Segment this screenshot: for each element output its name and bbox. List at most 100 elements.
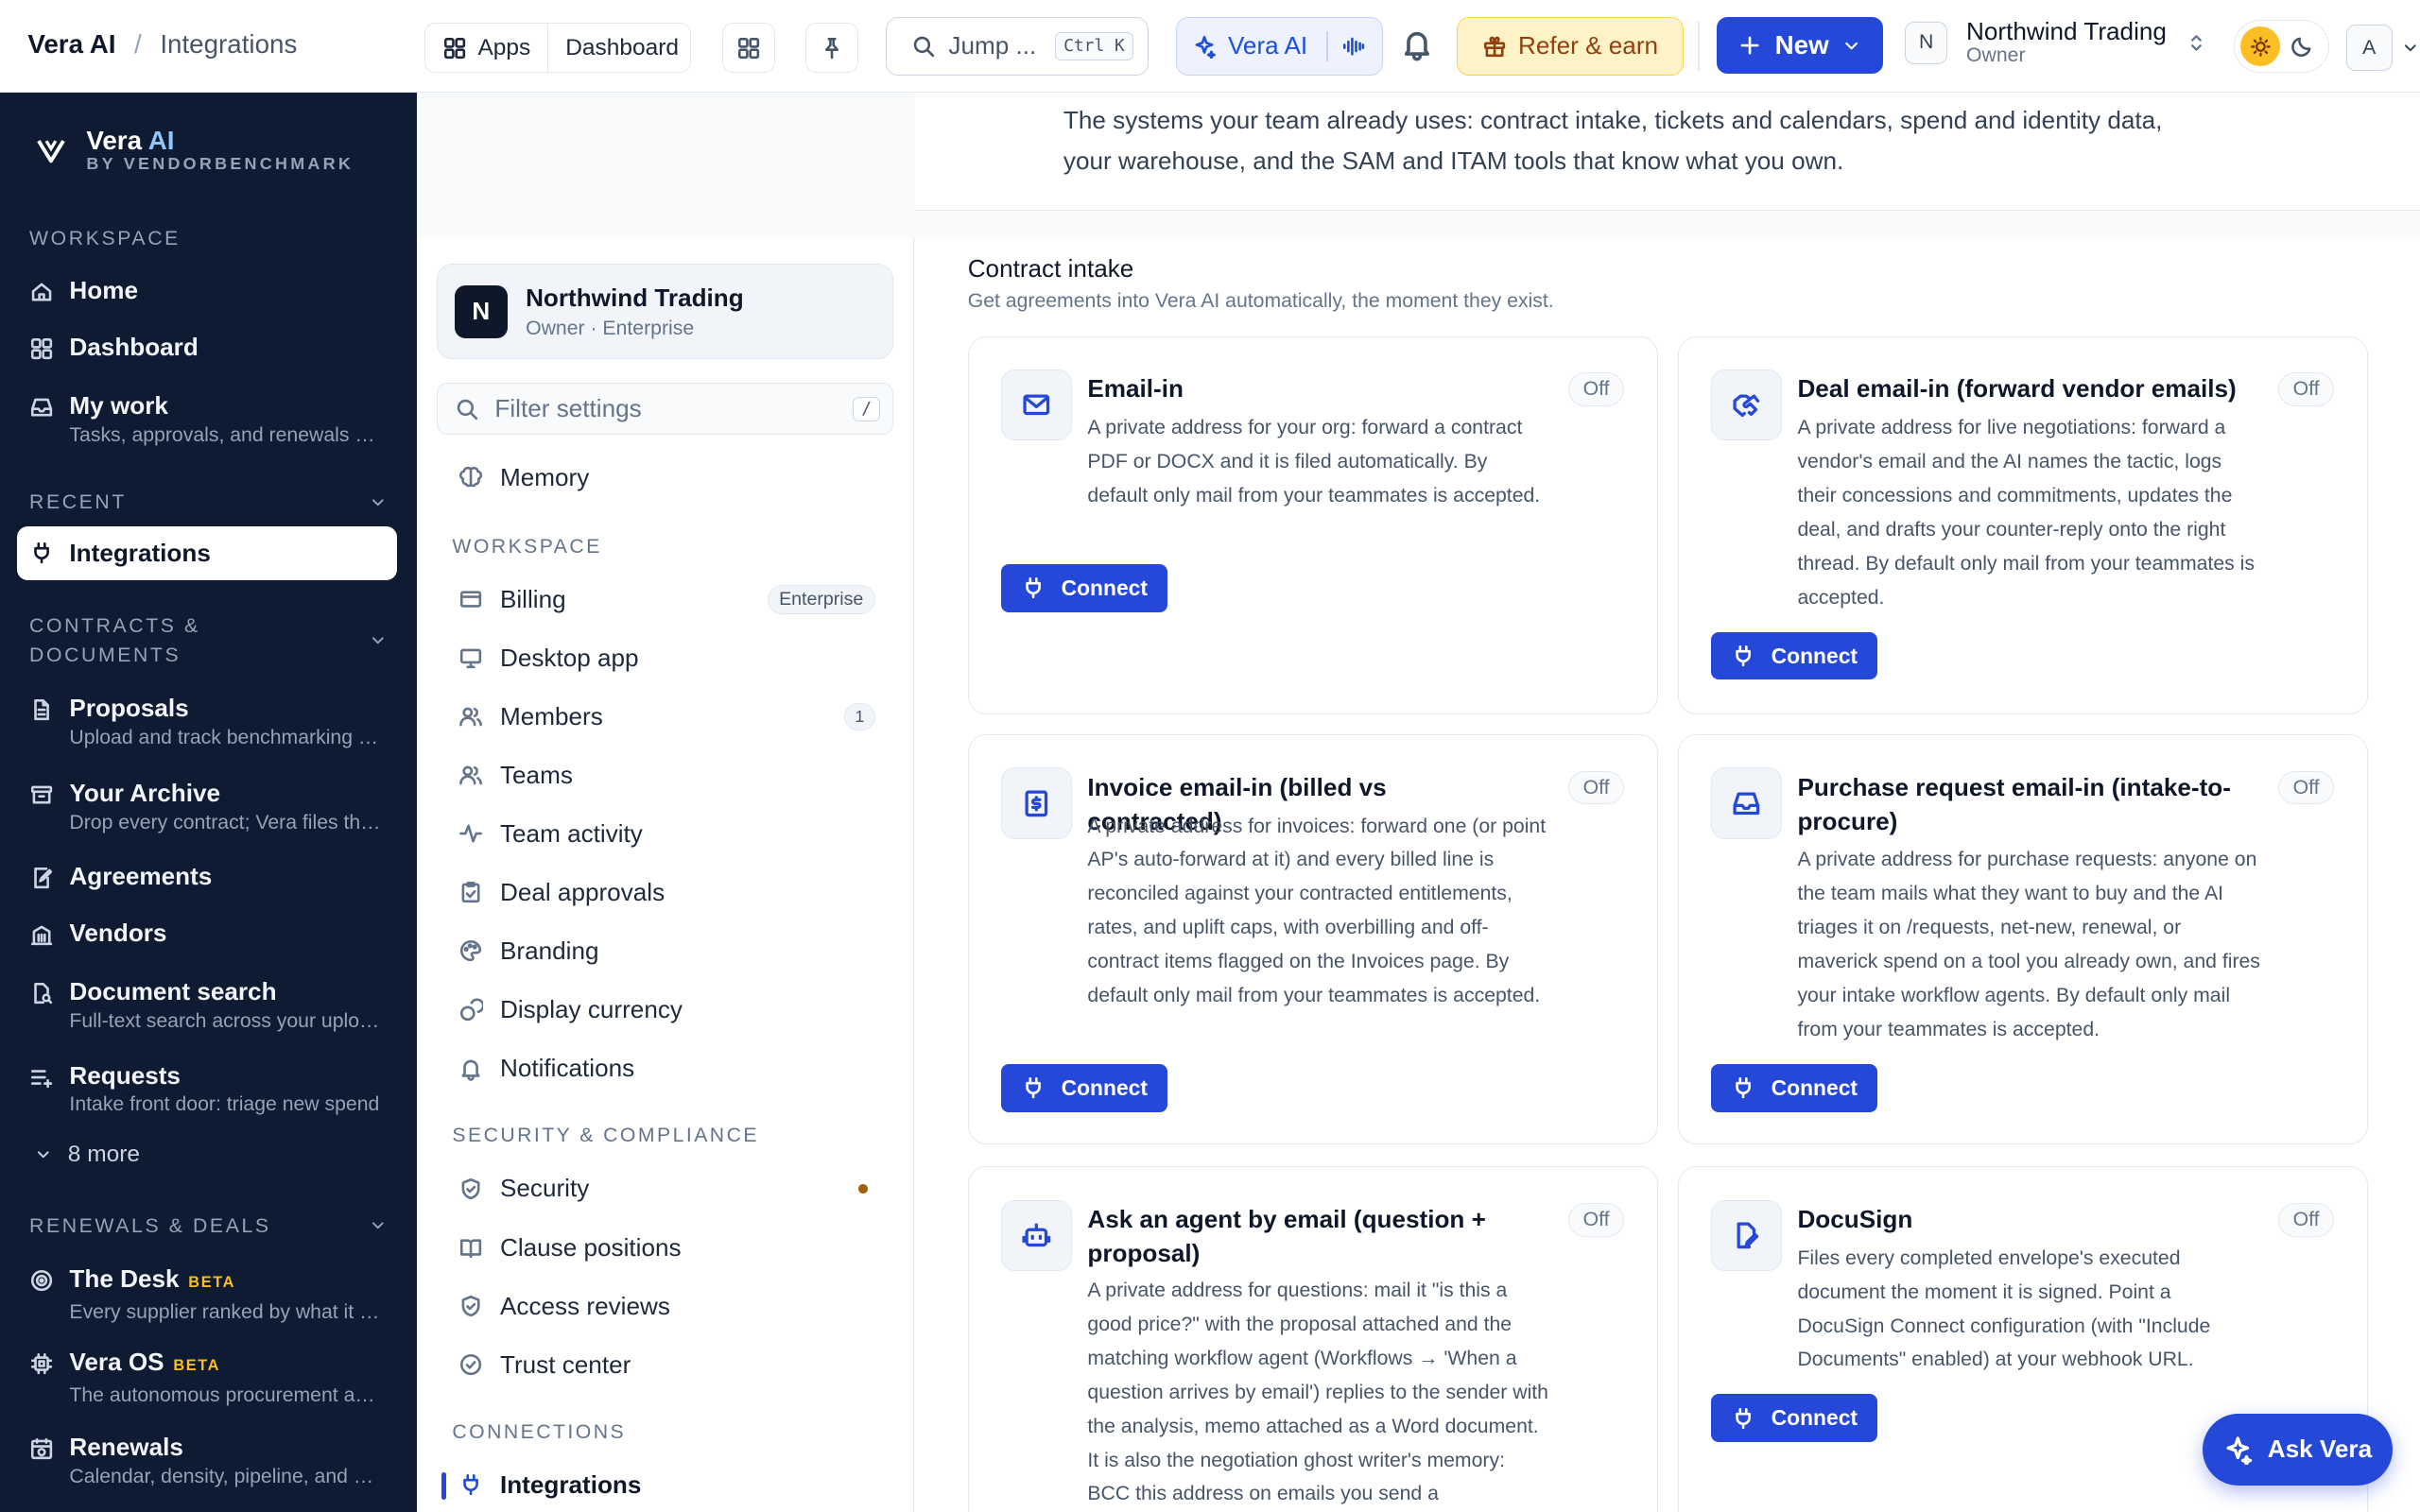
connect-button[interactable]: Connect — [1711, 631, 1878, 680]
settings-item-desktop-app[interactable]: Desktop app — [458, 644, 875, 673]
sparkle-icon — [1196, 35, 1217, 60]
notifications-button[interactable] — [1400, 27, 1434, 61]
moon-icon[interactable] — [2290, 34, 2314, 59]
section-recent[interactable]: RECENT — [29, 488, 388, 517]
jump-search[interactable]: Jump ... Ctrl K — [886, 16, 1149, 76]
plug-icon — [34, 542, 49, 564]
settings-item-deal-approvals[interactable]: Deal approvals — [458, 878, 875, 907]
status-badge: Off — [2277, 1202, 2335, 1237]
settings-item-teams[interactable]: Teams — [458, 761, 875, 790]
breadcrumb-app[interactable]: Vera AI — [27, 29, 115, 60]
connect-button[interactable]: Connect — [1000, 563, 1168, 612]
sidebar-item-requests[interactable]: Requests Intake front door: triage new sp… — [17, 1060, 397, 1119]
sidebar-item-proposals[interactable]: Proposals Upload and track benchmarking r… — [17, 693, 397, 751]
org-logo: N — [455, 285, 508, 338]
new-label: New — [1774, 30, 1829, 60]
breadcrumb-page: Integrations — [160, 29, 298, 60]
settings-section-workspace: WORKSPACE — [452, 535, 602, 558]
org-name: Northwind Trading — [1966, 16, 2167, 45]
integration-card-ask-agent: Ask an agent by email (question + propos… — [967, 1166, 1658, 1512]
integration-card-purchase-request: Purchase request email-in (intake-to-pro… — [1677, 734, 2368, 1145]
settings-item-access-reviews[interactable]: Access reviews — [458, 1292, 875, 1321]
settings-nav: N Northwind Trading Owner · Enterprise F… — [416, 237, 914, 1512]
settings-item-trust-center[interactable]: Trust center — [458, 1350, 875, 1380]
settings-item-billing[interactable]: Billing Enterprise — [458, 584, 875, 615]
filter-settings-input[interactable]: Filter settings / — [437, 382, 894, 436]
filter-shortcut: / — [853, 396, 881, 421]
card-description: A private address for live negotiations:… — [1797, 417, 2255, 609]
sidebar-item-my-work[interactable]: My work Tasks, approvals, and renewals du… — [17, 390, 397, 449]
settings-item-branding[interactable]: Branding — [458, 936, 875, 966]
sidebar-item-renewals[interactable]: Renewals Calendar, density, pipeline, and… — [17, 1432, 397, 1490]
org-switcher[interactable]: N Northwind Trading Owner — [1904, 16, 2207, 68]
book-open-icon — [459, 1239, 482, 1259]
beta-badge: BETA — [173, 1357, 221, 1375]
user-menu[interactable]: A — [2345, 25, 2420, 72]
section-renewals[interactable]: RENEWALS & DEALS — [29, 1211, 388, 1241]
security-alert-dot — [857, 1184, 868, 1194]
chevron-down-icon — [1844, 42, 1858, 49]
sidebar-item-home[interactable]: Home — [17, 275, 397, 306]
clipboard-check-icon — [461, 882, 480, 903]
pin-button[interactable] — [805, 23, 858, 73]
plug-icon — [1736, 1077, 1752, 1099]
card-description: A private address for invoices: forward … — [1087, 815, 1547, 1007]
settings-item-security[interactable]: Security — [458, 1174, 875, 1203]
settings-org-meta: Owner · Enterprise — [526, 317, 695, 339]
target-icon — [30, 1270, 53, 1292]
mail-icon — [1000, 369, 1073, 441]
connect-button[interactable]: Connect — [1711, 1063, 1878, 1112]
members-count: 1 — [844, 702, 875, 731]
connect-button[interactable]: Connect — [1711, 1394, 1878, 1442]
user-avatar: A — [2345, 25, 2393, 72]
credit-card-icon — [459, 591, 482, 609]
settings-item-team-activity[interactable]: Team activity — [458, 819, 875, 849]
dashboard-button[interactable]: Dashboard — [547, 24, 696, 72]
sidebar-item-archive[interactable]: Your Archive Drop every contract; Vera fi… — [17, 778, 397, 836]
settings-item-members[interactable]: Members 1 — [458, 702, 875, 731]
settings-section-security: SECURITY & COMPLIANCE — [452, 1125, 759, 1147]
card-description: Files every completed envelope's execute… — [1797, 1246, 2211, 1371]
team-icon — [459, 765, 482, 785]
receipt-dollar-icon — [1000, 767, 1073, 839]
light-mode-option[interactable] — [2240, 26, 2281, 67]
brand-logo[interactable]: Vera AI BY VENDORBENCHMARK — [34, 127, 354, 174]
connect-button[interactable]: Connect — [1000, 1063, 1168, 1112]
voice-wave-icon[interactable] — [1341, 34, 1366, 59]
refer-label: Refer & earn — [1518, 31, 1659, 60]
search-placeholder: Jump ... — [948, 31, 1037, 60]
sidebar-item-integrations[interactable]: Integrations — [16, 525, 397, 580]
sidebar-item-document-search[interactable]: Document search Full-text search across y… — [17, 976, 397, 1035]
chip-icon — [30, 1353, 53, 1375]
chevron-down-icon — [372, 637, 384, 644]
card-title: Email-in — [1087, 374, 1184, 404]
sidebar-item-agreements[interactable]: Agreements — [17, 861, 397, 892]
integration-card-invoice-email-in: Invoice email-in (billed vs contracted) … — [967, 734, 1658, 1145]
settings-item-memory[interactable]: Memory — [458, 463, 875, 492]
sidebar-more[interactable]: 8 more — [34, 1142, 140, 1168]
settings-item-clause-positions[interactable]: Clause positions — [458, 1233, 875, 1263]
apps-button[interactable]: Apps — [425, 24, 547, 71]
vera-logo-icon — [37, 140, 65, 163]
sidebar-item-vendors[interactable]: Vendors — [17, 918, 397, 949]
settings-item-display-currency[interactable]: Display currency — [458, 995, 875, 1024]
refer-earn-button[interactable]: Refer & earn — [1457, 16, 1685, 76]
sidebar-item-the-desk[interactable]: The Desk BETA Every supplier ranked by wha… — [17, 1263, 397, 1326]
vera-ai-button[interactable]: Vera AI — [1176, 16, 1383, 76]
dashboard-label: Dashboard — [565, 34, 679, 60]
settings-item-notifications[interactable]: Notifications — [458, 1054, 875, 1083]
section-contracts[interactable]: CONTRACTS & DOCUMENTS — [29, 611, 388, 670]
section-title: Contract intake — [967, 254, 1134, 284]
settings-org-card[interactable]: N Northwind Trading Owner · Enterprise — [437, 264, 894, 360]
sidebar-item-vera-os[interactable]: Vera OS BETA The autonomous procurement ag… — [17, 1347, 397, 1409]
inbox-icon — [30, 398, 53, 417]
card-title: Deal email-in (forward vendor emails) — [1797, 374, 2237, 404]
monitor-icon — [459, 648, 482, 669]
new-button[interactable]: New — [1716, 16, 1883, 75]
widgets-button[interactable] — [722, 23, 775, 73]
settings-item-integrations[interactable]: Integrations — [458, 1470, 875, 1500]
sidebar-item-dashboard[interactable]: Dashboard — [17, 332, 397, 363]
ask-vera-button[interactable]: Ask Vera — [2202, 1413, 2393, 1486]
card-title: DocuSign — [1797, 1204, 1913, 1233]
theme-toggle[interactable] — [2233, 20, 2329, 73]
